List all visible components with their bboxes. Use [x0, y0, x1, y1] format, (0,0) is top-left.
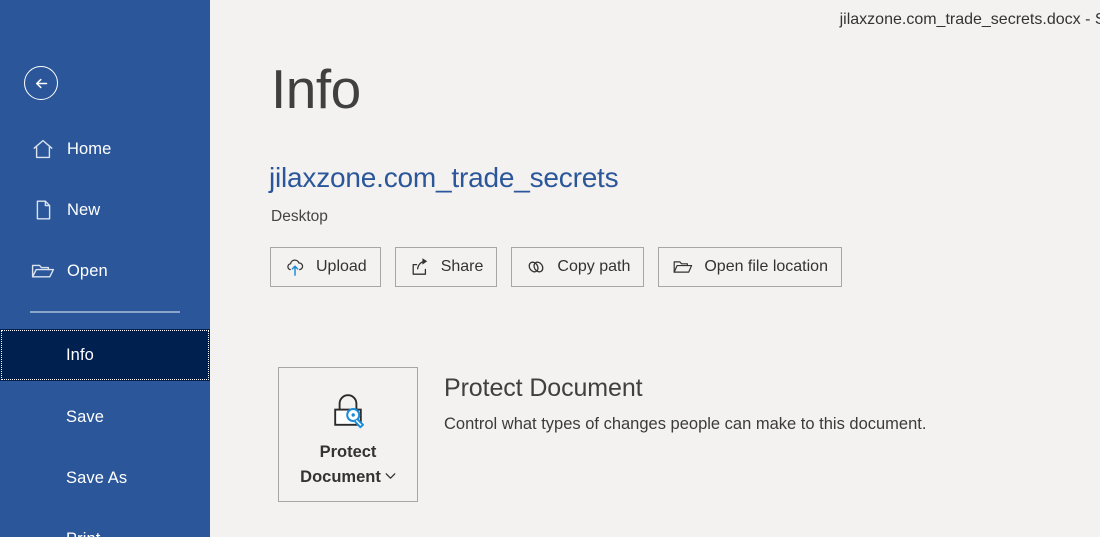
sidebar-item-label: New	[67, 200, 101, 219]
protect-document-tile-label: Protect Document	[283, 441, 413, 490]
share-button-label: Share	[440, 258, 484, 275]
copy-path-button[interactable]: Copy path	[511, 247, 645, 287]
file-command-button-row: Upload Share Copy path Open file locatio…	[270, 247, 856, 287]
upload-button-label: Upload	[316, 258, 367, 275]
sidebar-item-label: Home	[67, 139, 112, 158]
document-title-bar: jilaxzone.com_trade_secrets.docx - Saved…	[210, 11, 1100, 29]
open-file-location-button[interactable]: Open file location	[658, 247, 842, 287]
chevron-down-icon[interactable]	[385, 464, 396, 487]
protect-tile-line2: Document	[300, 468, 381, 487]
backstage-content: jilaxzone.com_trade_secrets.docx - Saved…	[210, 0, 1100, 537]
protect-document-description: Control what types of changes people can…	[444, 415, 927, 433]
sidebar-item-print[interactable]: Print	[0, 513, 210, 537]
lock-key-icon	[324, 387, 372, 435]
protect-document-heading: Protect Document	[444, 374, 643, 402]
share-button[interactable]: Share	[394, 247, 498, 287]
sidebar-item-info[interactable]: Info	[0, 329, 210, 381]
cloud-upload-icon	[284, 256, 306, 278]
copy-path-button-label: Copy path	[557, 258, 631, 275]
upload-button[interactable]: Upload	[270, 247, 381, 287]
link-icon	[525, 256, 547, 278]
open-file-location-button-label: Open file location	[704, 258, 828, 275]
sidebar-item-label: Open	[67, 261, 108, 280]
home-icon	[28, 137, 58, 161]
file-name-link[interactable]: jilaxzone.com_trade_secrets	[269, 162, 619, 194]
word-backstage-view: Home New Open Info Save Save As jilaxzon…	[0, 0, 1100, 537]
sidebar-item-open[interactable]: Open	[0, 250, 210, 292]
file-location-label: Desktop	[271, 208, 328, 225]
sidebar-item-save-as[interactable]: Save As	[0, 452, 210, 504]
open-folder-icon	[28, 259, 58, 283]
share-icon	[409, 256, 431, 278]
sidebar-item-label: Save As	[66, 468, 128, 487]
new-document-icon	[28, 198, 58, 222]
sidebar-divider	[30, 311, 180, 313]
sidebar-item-save[interactable]: Save	[0, 391, 210, 443]
sidebar-item-label: Print	[66, 530, 100, 537]
protect-tile-line1: Protect	[319, 443, 377, 461]
back-button[interactable]	[24, 66, 58, 100]
backstage-sidebar: Home New Open Info Save Save As	[0, 0, 210, 537]
document-title-text: jilaxzone.com_trade_secrets.docx - Saved…	[839, 11, 1100, 28]
sidebar-item-new[interactable]: New	[0, 189, 210, 231]
open-folder-icon	[672, 256, 694, 278]
protect-document-tile[interactable]: Protect Document	[278, 367, 418, 502]
sidebar-item-home[interactable]: Home	[0, 128, 210, 170]
page-title: Info	[271, 58, 361, 120]
sidebar-item-label: Info	[66, 345, 94, 364]
sidebar-item-label: Save	[66, 407, 105, 426]
back-arrow-icon	[32, 74, 51, 93]
